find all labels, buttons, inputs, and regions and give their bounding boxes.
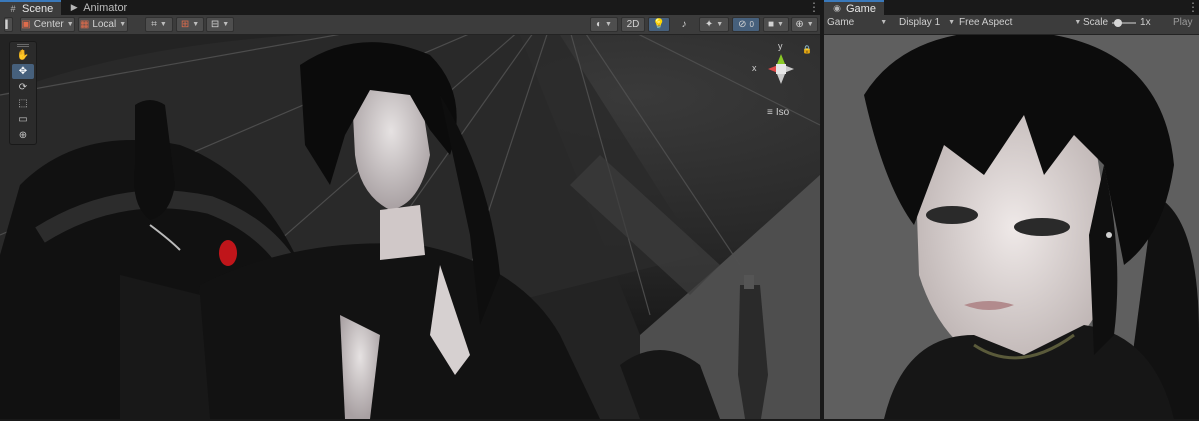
animator-icon: ▶ bbox=[70, 2, 78, 12]
hand-tool-button[interactable]: ✋ bbox=[12, 48, 34, 63]
scale-tool-button[interactable]: ⬚ bbox=[12, 96, 34, 111]
chevron-down-icon: ▼ bbox=[1074, 19, 1082, 26]
local-space-icon: ▦ bbox=[79, 19, 90, 30]
increment-snap-dropdown[interactable]: ⊞ ▼ bbox=[176, 17, 204, 32]
pivot-label: Center bbox=[33, 19, 64, 30]
scene-viewport[interactable]: ✋ ✥ ⟳ ⬚ ▭ ⊕ y x 🔒 ≡ Iso bbox=[0, 35, 820, 419]
tab-animator[interactable]: ▶ Animator bbox=[61, 0, 135, 15]
tab-game[interactable]: ◉ Game bbox=[824, 0, 884, 15]
camera-icon: ■ bbox=[768, 19, 775, 30]
mode-2d-label: 2D bbox=[626, 19, 640, 30]
scale-value: 1x bbox=[1140, 17, 1151, 28]
rect-tool-button[interactable]: ▭ bbox=[12, 112, 34, 127]
chevron-down-icon: ▼ bbox=[948, 19, 956, 26]
palette-grip[interactable] bbox=[10, 42, 36, 47]
scene-menu-icon[interactable]: ⋮ bbox=[808, 1, 820, 13]
transform-tool-button[interactable]: ⊕ bbox=[12, 128, 34, 143]
scale-slider[interactable] bbox=[1112, 18, 1137, 27]
projection-label: Iso bbox=[775, 107, 790, 118]
scale-label: Scale bbox=[1083, 17, 1109, 28]
ruler-dropdown[interactable]: ⊟ ▼ bbox=[206, 17, 234, 32]
projection-toggle[interactable]: ≡ Iso bbox=[767, 107, 789, 118]
scene-render bbox=[0, 35, 820, 419]
mode-2d-button[interactable]: 2D bbox=[621, 17, 645, 32]
move-icon: ✥ bbox=[18, 66, 28, 77]
chevron-down-icon: ▼ bbox=[119, 21, 127, 28]
ruler-icon: ⊟ bbox=[210, 19, 220, 30]
gizmo-globe-icon: ⊕ bbox=[795, 19, 804, 30]
aspect-dropdown[interactable]: Free Aspect ▼ bbox=[959, 17, 1081, 28]
scale-slider-knob[interactable] bbox=[1114, 18, 1123, 27]
gizmo-y-label: y bbox=[778, 41, 783, 51]
gizmos-dropdown[interactable]: ⊕ ▼ bbox=[791, 17, 818, 32]
gizmo-x-label: x bbox=[752, 63, 757, 73]
snap-icon: ⊞ bbox=[180, 19, 190, 30]
game-view-label: Game bbox=[827, 17, 855, 28]
scene-toolbar: ▍ ▣ Center ▼ ▦ Local ▼ ⌗ ▼ ⊞ ▼ ⊟ ▼ ◐ ▼ 2D 💡 … bbox=[0, 15, 820, 35]
scene-tool-palette: ✋ ✥ ⟳ ⬚ ▭ ⊕ bbox=[9, 41, 37, 145]
effects-icon: ✦ bbox=[704, 19, 714, 30]
tab-game-label: Game bbox=[846, 2, 876, 15]
game-view-dropdown[interactable]: Game ▼ bbox=[827, 17, 887, 28]
scene-tabbar: # Scene ▶ Animator bbox=[0, 0, 820, 15]
game-viewport[interactable] bbox=[824, 35, 1199, 419]
space-dropdown[interactable]: ▦ Local ▼ bbox=[78, 17, 128, 32]
lighting-toggle[interactable]: 💡 bbox=[648, 17, 670, 32]
tab-scene[interactable]: # Scene bbox=[0, 0, 62, 15]
scale-control: Scale 1x bbox=[1083, 17, 1151, 28]
camera-dropdown[interactable]: ■ ▼ bbox=[763, 17, 789, 32]
rotate-tool-button[interactable]: ⟳ bbox=[12, 80, 34, 95]
scale-icon: ⬚ bbox=[18, 98, 28, 109]
rect-icon: ▭ bbox=[18, 114, 28, 125]
display-dropdown[interactable]: Display 1 ▼ bbox=[899, 17, 955, 28]
move-tool-button[interactable]: ✥ bbox=[12, 64, 34, 79]
hand-icon: ✋ bbox=[16, 50, 30, 61]
grid-snap-dropdown[interactable]: ⌗ ▼ bbox=[145, 17, 173, 32]
tab-scene-label: Scene bbox=[22, 2, 54, 15]
space-label: Local bbox=[92, 19, 117, 30]
menu-lines-icon: ≡ bbox=[767, 107, 773, 118]
gizmo-lock-icon[interactable]: 🔒 bbox=[802, 45, 812, 54]
shading-icon: ◐ bbox=[596, 19, 603, 30]
play-label: Play bbox=[1173, 17, 1193, 28]
game-tabbar: ◉ Game bbox=[824, 0, 1199, 15]
visibility-toggle[interactable]: ⊘ 0 bbox=[732, 17, 760, 32]
effects-dropdown[interactable]: ✦ ▼ bbox=[699, 17, 729, 32]
gamepad-icon: ◉ bbox=[833, 3, 841, 13]
aspect-label: Free Aspect bbox=[959, 17, 1013, 28]
overlay-toggle[interactable]: ▍ bbox=[4, 17, 13, 32]
lightbulb-icon: 💡 bbox=[652, 19, 666, 30]
game-toolbar: Game ▼ Display 1 ▼ Free Aspect ▼ Scale 1… bbox=[824, 15, 1199, 35]
display-label: Display 1 bbox=[899, 17, 941, 28]
game-render bbox=[824, 35, 1199, 419]
game-menu-icon[interactable]: ⋮ bbox=[1187, 1, 1199, 13]
tab-animator-label: Animator bbox=[83, 1, 128, 14]
chevron-down-icon: ▼ bbox=[66, 21, 74, 28]
rotate-icon: ⟳ bbox=[18, 82, 28, 93]
grid-icon: # bbox=[10, 3, 16, 14]
audio-toggle[interactable]: ♪ bbox=[673, 17, 695, 32]
audio-icon: ♪ bbox=[681, 19, 687, 30]
eye-slash-icon: ⊘ bbox=[738, 19, 747, 30]
chevron-down-icon: ▼ bbox=[880, 19, 888, 26]
draw-mode-dropdown[interactable]: ◐ ▼ bbox=[590, 17, 618, 32]
grid-snap-icon: ⌗ bbox=[151, 19, 157, 30]
pivot-icon: ▣ bbox=[21, 19, 31, 30]
transform-icon: ⊕ bbox=[18, 130, 28, 141]
pivot-dropdown[interactable]: ▣ Center ▼ bbox=[20, 17, 75, 32]
play-mode-dropdown[interactable]: Play bbox=[1173, 17, 1192, 28]
